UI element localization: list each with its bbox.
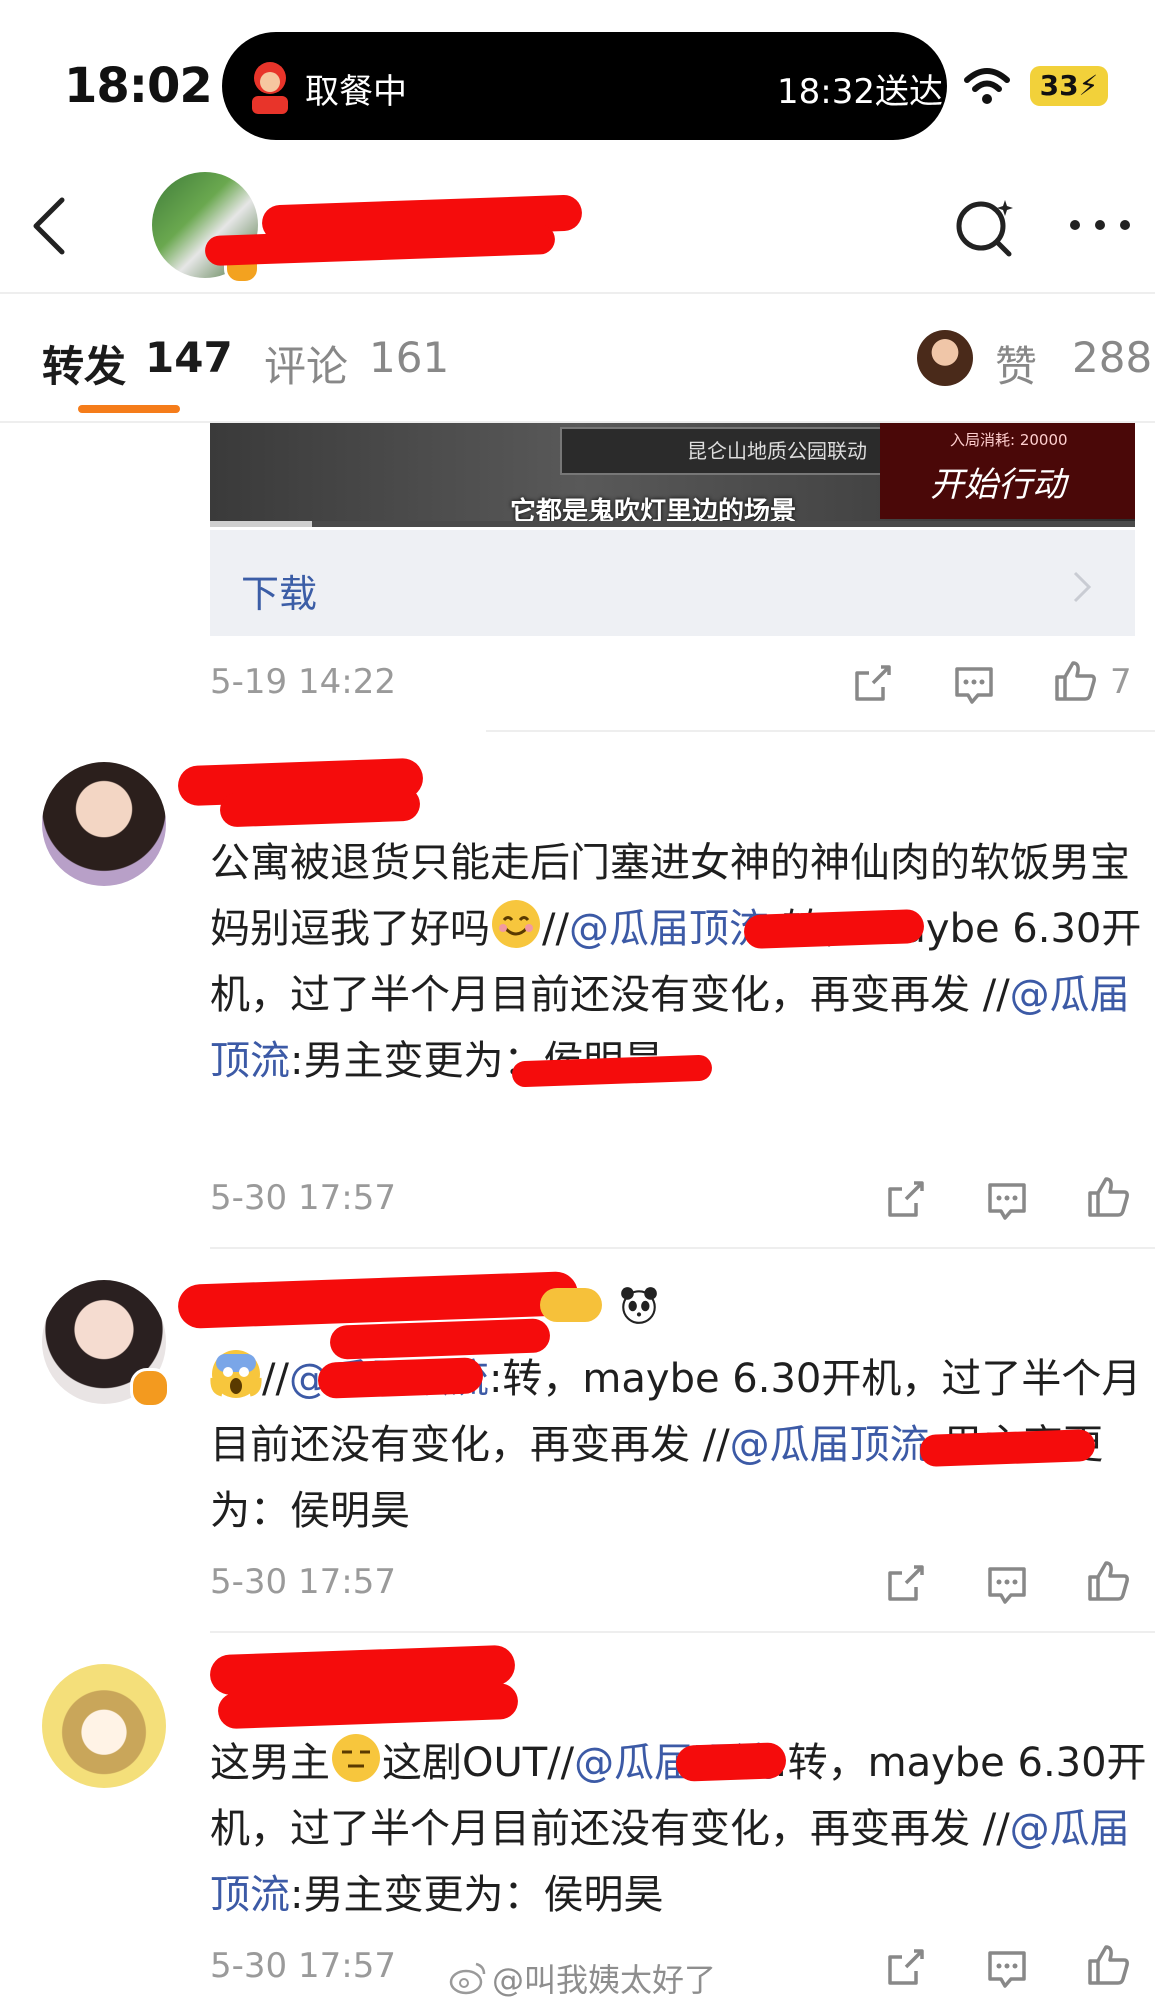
row-divider [486,730,1155,732]
tab-comment-count[interactable]: 161 [369,333,449,382]
user-avatar[interactable] [42,1664,166,1788]
mention-link[interactable]: @瓜届顶流 [569,906,769,952]
comment-icon[interactable] [985,1179,1029,1223]
post-time: 5-19 14:22 [210,662,396,702]
expressionless-emoji-icon [332,1734,380,1782]
back-arrow-icon[interactable] [30,196,70,256]
video-progress-bar[interactable] [210,521,1135,527]
tab-likes-count[interactable]: 288 [1072,333,1152,382]
weibo-logo-icon [449,1962,486,1995]
tab-forward-count[interactable]: 147 [145,333,233,382]
battery-indicator: 33⚡ [1030,66,1108,106]
video-thumbnail[interactable]: 昆仑山地质公园联动 入局消耗: 20000 开始行动 它都是鬼吹灯里边的场景 [210,423,1135,527]
chevron-right-icon [1073,571,1092,603]
like-icon[interactable] [1086,1175,1130,1219]
like-count: 7 [1110,662,1132,702]
header-divider [0,292,1155,294]
user-avatar[interactable] [42,762,166,886]
verified-badge-icon [130,1368,170,1408]
share-icon[interactable] [851,661,895,705]
search-icon[interactable] [953,196,1017,260]
redacted-username [219,786,421,828]
redacted-mention [675,1742,787,1782]
smile-emoji-icon [492,900,540,948]
like-icon[interactable] [1086,1559,1130,1603]
active-tab-indicator [78,405,180,413]
redacted-mention [317,1357,484,1399]
share-icon[interactable] [884,1177,928,1221]
like-icon[interactable] [1086,1943,1130,1987]
video-banner-text: 开始行动 [930,465,1066,505]
comment-icon[interactable] [985,1563,1029,1607]
tab-comment[interactable]: 评论 [264,333,348,394]
liker-avatar [917,330,973,386]
row-divider [210,1631,1155,1633]
repost-time: 5-30 17:57 [210,1178,396,1218]
share-icon[interactable] [884,1561,928,1605]
like-icon[interactable] [1053,659,1097,703]
wifi-icon [964,68,1010,104]
activity-eta-text: 18:32送达 [777,72,943,112]
video-banner-cost: 入局消耗: 20000 [950,431,1068,449]
share-icon[interactable] [884,1945,928,1989]
comment-icon[interactable] [952,663,996,707]
activity-status-text: 取餐中 [305,72,407,112]
level-badge [540,1288,602,1322]
scream-emoji-icon [210,1350,262,1398]
tab-likes[interactable]: 赞 [995,333,1037,394]
status-time: 18:02 [64,58,213,114]
repost-time: 5-30 17:57 [210,1562,396,1602]
panda-icon [621,1287,657,1324]
download-label[interactable]: 下载 [241,563,317,618]
delivery-rider-icon [252,62,288,114]
watermark-text: @叫我姨太好了 [492,1961,717,1999]
row-divider [210,1247,1155,1249]
repost-text: 公寓被退货只能走后门塞进女神的神仙肉的软饭男宝妈别逗我了好吗//@瓜届顶流:转，… [210,840,1142,1084]
more-options-icon[interactable] [1065,205,1135,245]
comment-icon[interactable] [985,1947,1029,1991]
mention-link[interactable]: @瓜届顶 [730,1422,890,1468]
redacted-mention [919,1428,1096,1468]
video-progress-fill [210,521,312,527]
download-bar[interactable] [210,530,1135,636]
tab-forward[interactable]: 转发 [42,333,126,394]
repost-time: 5-30 17:57 [210,1946,396,1986]
redacted-mention [743,908,925,950]
